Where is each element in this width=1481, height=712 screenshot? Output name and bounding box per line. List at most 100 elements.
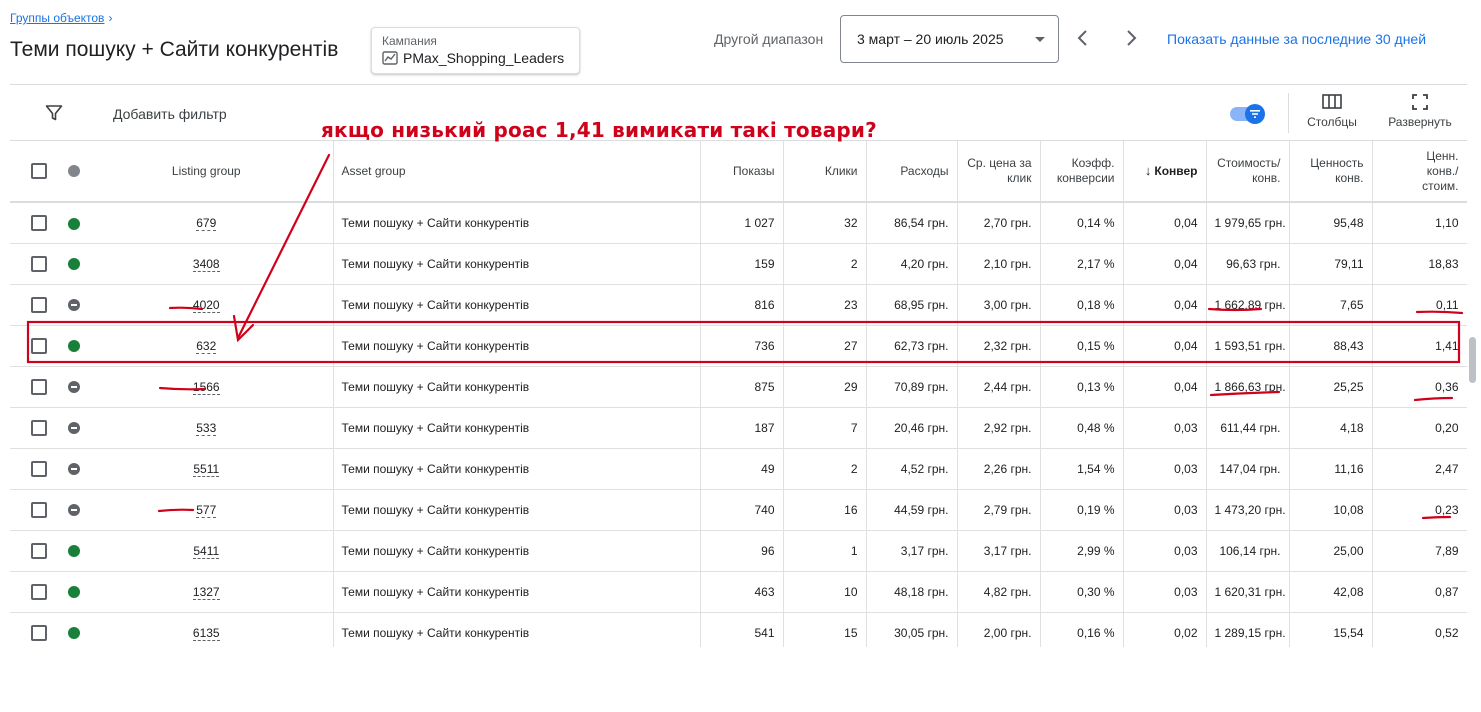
show-last-30-days-link[interactable]: Показать данные за последние 30 дней xyxy=(1167,31,1426,47)
cell-listing-group[interactable]: 632 xyxy=(80,325,334,367)
table-row[interactable]: 5411 Теми пошуку + Сайти конкурентів 96 1 3,… xyxy=(10,530,1467,572)
breadcrumb[interactable]: Группы объектов › xyxy=(10,11,112,25)
cell-value-per-cost: 0,36 xyxy=(1372,366,1467,408)
header-select-all[interactable] xyxy=(10,141,67,203)
segment-toggle[interactable] xyxy=(1230,104,1266,124)
cell-listing-group[interactable]: 577 xyxy=(80,489,334,531)
cell-conv-value: 7,65 xyxy=(1289,284,1373,326)
listing-group-link[interactable]: 1566 xyxy=(192,379,220,395)
listing-group-link[interactable]: 5411 xyxy=(193,543,220,559)
status-header-icon xyxy=(67,165,80,178)
row-select-cell[interactable] xyxy=(10,612,67,647)
table-row[interactable]: 1566 Теми пошуку + Сайти конкурентів 875 29… xyxy=(10,366,1467,408)
cell-impressions: 49 xyxy=(700,448,784,490)
row-select-cell[interactable] xyxy=(10,284,67,326)
vertical-scrollbar[interactable] xyxy=(1469,337,1476,383)
previous-period-button[interactable] xyxy=(1071,26,1095,50)
row-status-cell xyxy=(67,571,80,613)
cell-listing-group[interactable]: 533 xyxy=(80,407,334,449)
breadcrumb-link[interactable]: Группы объектов xyxy=(10,11,104,25)
column-header-value-per-cost[interactable]: Ценн. конв./стоим. xyxy=(1372,141,1467,203)
listing-group-link[interactable]: 5511 xyxy=(193,461,220,477)
row-checkbox[interactable] xyxy=(30,624,47,641)
column-header-conv-rate[interactable]: Коэфф. конверсии xyxy=(1040,141,1124,203)
cell-avg-cpc: 3,17 грн. xyxy=(957,530,1041,572)
add-filter-button[interactable]: Добавить фильтр xyxy=(113,106,227,122)
table-card: Добавить фильтр Столбцы Развернуть Listi… xyxy=(10,84,1467,647)
cell-value-per-cost: 0,87 xyxy=(1372,571,1467,613)
row-select-cell[interactable] xyxy=(10,202,67,244)
table-row[interactable]: 679 Теми пошуку + Сайти конкурентів 1 027 3… xyxy=(10,202,1467,244)
row-status-cell xyxy=(67,407,80,449)
listing-group-link[interactable]: 577 xyxy=(196,502,217,518)
cell-listing-group[interactable]: 1566 xyxy=(80,366,334,408)
column-header-cost-per-conv[interactable]: Стоимость/конв. xyxy=(1206,141,1290,203)
next-period-button[interactable] xyxy=(1119,26,1143,50)
row-select-cell[interactable] xyxy=(10,407,67,449)
cell-listing-group[interactable]: 5511 xyxy=(80,448,334,490)
column-header-conv-value[interactable]: Ценность конв. xyxy=(1289,141,1373,203)
row-select-cell[interactable] xyxy=(10,325,67,367)
expand-button[interactable]: Развернуть xyxy=(1382,94,1458,129)
campaign-selector[interactable]: Кампания PMax_Shopping_Leaders xyxy=(371,27,580,74)
table-row[interactable]: 1327 Теми пошуку + Сайти конкурентів 463 10… xyxy=(10,571,1467,613)
column-header-asset-group[interactable]: Asset group xyxy=(333,141,701,203)
cell-avg-cpc: 2,26 грн. xyxy=(957,448,1041,490)
date-range-dropdown[interactable]: 3 март – 20 июль 2025 xyxy=(840,15,1059,63)
listing-group-link[interactable]: 6135 xyxy=(192,625,220,641)
cell-impressions: 816 xyxy=(700,284,784,326)
column-header-cost[interactable]: Расходы xyxy=(866,141,958,203)
column-header-listing-group[interactable]: Listing group xyxy=(80,141,334,203)
row-checkbox[interactable] xyxy=(30,460,47,477)
row-checkbox[interactable] xyxy=(30,337,47,354)
listing-group-link[interactable]: 533 xyxy=(196,420,217,436)
row-checkbox[interactable] xyxy=(30,296,47,313)
listing-group-link[interactable]: 679 xyxy=(196,215,217,231)
column-header-impressions[interactable]: Показы xyxy=(700,141,784,203)
table-row[interactable]: 3408 Теми пошуку + Сайти конкурентів 159 2 4… xyxy=(10,243,1467,285)
row-select-cell[interactable] xyxy=(10,489,67,531)
row-checkbox[interactable] xyxy=(30,419,47,436)
select-all-checkbox[interactable] xyxy=(30,163,47,179)
table-row[interactable]: 577 Теми пошуку + Сайти конкурентів 740 16 4… xyxy=(10,489,1467,531)
cell-avg-cpc: 2,32 грн. xyxy=(957,325,1041,367)
cell-listing-group[interactable]: 1327 xyxy=(80,571,334,613)
table-row[interactable]: 533 Теми пошуку + Сайти конкурентів 187 7 20… xyxy=(10,407,1467,449)
row-select-cell[interactable] xyxy=(10,448,67,490)
table-row[interactable]: 6135 Теми пошуку + Сайти конкурентів 541 15… xyxy=(10,612,1467,647)
table-row[interactable]: 4020 Теми пошуку + Сайти конкурентів 816 23… xyxy=(10,284,1467,326)
listing-group-link[interactable]: 4020 xyxy=(192,297,220,313)
row-checkbox[interactable] xyxy=(30,214,47,231)
filter-icon[interactable] xyxy=(45,104,63,127)
column-header-avg-cpc[interactable]: Ср. цена за клик xyxy=(957,141,1041,203)
cell-listing-group[interactable]: 4020 xyxy=(80,284,334,326)
cell-value-per-cost: 0,20 xyxy=(1372,407,1467,449)
row-checkbox[interactable] xyxy=(30,583,47,600)
table-row[interactable]: 5511 Теми пошуку + Сайти конкурентів 49 2 4,… xyxy=(10,448,1467,490)
listing-group-link[interactable]: 3408 xyxy=(192,256,220,272)
chevron-left-icon xyxy=(1077,30,1087,46)
row-select-cell[interactable] xyxy=(10,571,67,613)
cell-clicks: 15 xyxy=(783,612,867,647)
cell-listing-group[interactable]: 5411 xyxy=(80,530,334,572)
cell-avg-cpc: 2,10 грн. xyxy=(957,243,1041,285)
row-checkbox[interactable] xyxy=(30,501,47,518)
row-select-cell[interactable] xyxy=(10,530,67,572)
row-checkbox[interactable] xyxy=(30,542,47,559)
cell-listing-group[interactable]: 3408 xyxy=(80,243,334,285)
listing-group-link[interactable]: 1327 xyxy=(192,584,220,600)
status-paused-icon xyxy=(67,504,80,517)
cell-conv-rate: 2,99 % xyxy=(1040,530,1124,572)
row-checkbox[interactable] xyxy=(30,255,47,272)
columns-button[interactable]: Столбцы xyxy=(1307,94,1357,129)
column-header-conversions[interactable]: ↓ Конвер xyxy=(1123,141,1207,203)
column-header-clicks[interactable]: Клики xyxy=(783,141,867,203)
row-select-cell[interactable] xyxy=(10,243,67,285)
listing-group-link[interactable]: 632 xyxy=(196,338,217,354)
table-row[interactable]: 632 Теми пошуку + Сайти конкурентів 736 27 6… xyxy=(10,325,1467,367)
cell-listing-group[interactable]: 6135 xyxy=(80,612,334,647)
row-checkbox[interactable] xyxy=(30,378,47,395)
row-select-cell[interactable] xyxy=(10,366,67,408)
cell-value-per-cost: 0,11 xyxy=(1372,284,1467,326)
cell-listing-group[interactable]: 679 xyxy=(80,202,334,244)
